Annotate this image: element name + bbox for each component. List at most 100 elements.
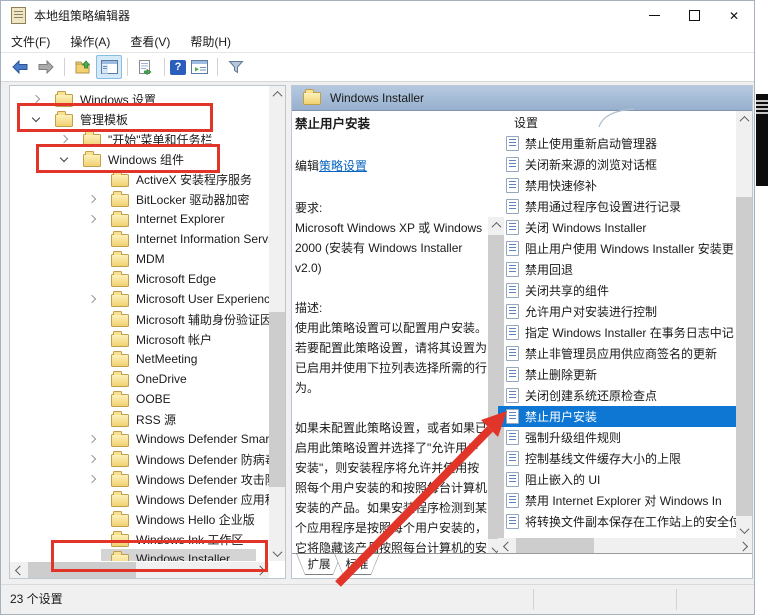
tree-item[interactable]: 管理模板 [11,109,269,129]
tree-item[interactable]: OOBE [11,389,269,409]
chevron-right-icon[interactable] [83,190,101,208]
tree-item[interactable]: Windows Defender 防病毒程 [11,449,269,469]
setting-item[interactable]: 关闭共享的组件 [498,280,736,301]
policy-icon [506,430,519,445]
setting-item[interactable]: 关闭新来源的浏览对话框 [498,154,736,175]
setting-item[interactable]: 强制升级组件规则 [498,427,736,448]
setting-item-label: 禁止非管理员应用供应商签名的更新 [525,345,717,362]
description-paragraph: 描述: [295,298,489,318]
tree-item[interactable]: Windows 设置 [11,89,269,109]
setting-item[interactable]: 指定 Windows Installer 在事务日志中记 [498,322,736,343]
tree-item[interactable]: Microsoft Edge [11,269,269,289]
scroll-down-icon[interactable] [736,522,752,538]
scroll-up-icon[interactable] [269,86,285,102]
export-list-icon[interactable] [133,55,159,79]
tree-item[interactable]: MDM [11,249,269,269]
tree-item[interactable]: BitLocker 驱动器加密 [11,189,269,209]
menu-view[interactable]: 查看(V) [120,30,180,53]
tree-item[interactable]: Windows 组件 [11,149,269,169]
tree-item[interactable]: Windows Defender SmartSc [11,429,269,449]
tree-vertical-scrollbar[interactable] [269,86,285,561]
maximize-button[interactable] [674,1,714,30]
tree-item[interactable]: Microsoft 辅助身份验证因素 [11,309,269,329]
menu-file[interactable]: 文件(F) [1,30,60,53]
up-folder-icon[interactable] [70,55,96,79]
list-vertical-scrollbar[interactable] [736,111,752,538]
scroll-left-icon[interactable] [10,562,26,578]
tree-item-content: Microsoft User Experience [101,289,269,309]
tree-item[interactable]: Microsoft 帐户 [11,329,269,349]
policy-description: 要求:Microsoft Windows XP 或 Windows 2000 (… [295,198,489,554]
setting-item[interactable]: 阻止嵌入的 UI [498,469,736,490]
menu-help[interactable]: 帮助(H) [180,30,241,53]
setting-item[interactable]: 禁止非管理员应用供应商签名的更新 [498,343,736,364]
toolbar-separator [217,58,218,76]
extended-view-icon[interactable] [186,55,212,79]
tree-item-label: Microsoft User Experience [136,292,269,306]
chevron-right-icon[interactable] [83,450,101,468]
tree-item[interactable]: Microsoft User Experience [11,289,269,309]
scroll-left-icon[interactable] [498,538,514,554]
scrollbar-thumb[interactable] [269,312,285,487]
setting-item[interactable]: 控制基线文件缓存大小的上限 [498,448,736,469]
tree-item[interactable]: OneDrive [11,369,269,389]
setting-item[interactable]: 关闭创建系统还原检查点 [498,385,736,406]
policy-detail-pane: 禁止用户安装 编辑策略设置 要求:Microsoft Windows XP 或 … [295,114,489,554]
tree-horizontal-scrollbar[interactable] [10,562,269,578]
forward-icon[interactable] [33,55,59,79]
tree-item[interactable]: NetMeeting [11,349,269,369]
setting-item[interactable]: 将转换文件副本保存在工作站上的安全位 [498,511,736,532]
scrollbar-thumb[interactable] [28,562,136,578]
setting-item[interactable]: 禁止删除更新 [498,364,736,385]
tree-item[interactable]: Windows Defender 攻击防护 [11,469,269,489]
tree-item[interactable]: "开始"菜单和任务栏 [11,129,269,149]
scroll-right-icon[interactable] [253,562,269,578]
setting-item[interactable]: 禁用快速修补 [498,175,736,196]
scrollbar-thumb[interactable] [736,197,752,516]
chevron-down-icon[interactable] [55,150,73,168]
settings-column-header[interactable]: 设置 [498,111,736,133]
filter-icon[interactable] [223,55,249,79]
tree-item[interactable]: ActiveX 安装程序服务 [11,169,269,189]
setting-item[interactable]: 允许用户对安装进行控制 [498,301,736,322]
tree-item[interactable]: Internet Information Service [11,229,269,249]
policy-icon [506,367,519,382]
tree-item-content: Internet Explorer [101,209,229,229]
menu-action[interactable]: 操作(A) [60,30,120,53]
chevron-right-icon[interactable] [83,470,101,488]
chevron-right-icon[interactable] [27,90,45,108]
chevron-right-icon[interactable] [83,430,101,448]
policy-icon [506,178,519,193]
back-icon[interactable] [7,55,33,79]
setting-item[interactable]: 禁止用户安装 [498,406,736,427]
scrollbar-thumb[interactable] [516,538,594,554]
setting-item[interactable]: 禁用 Internet Explorer 对 Windows In [498,490,736,511]
setting-item[interactable]: 禁用通过程序包设置进行记录 [498,196,736,217]
close-button[interactable]: ✕ [714,1,754,30]
tree-item[interactable]: Windows Ink 工作区 [11,529,269,549]
tree-item[interactable]: Windows Installer [11,549,269,561]
chevron-right-icon[interactable] [55,130,73,148]
tree-item[interactable]: Windows Hello 企业版 [11,509,269,529]
setting-item[interactable]: 禁止使用重新启动管理器 [498,133,736,154]
console-tree-toggle-icon[interactable] [96,55,122,79]
list-horizontal-scrollbar[interactable] [498,538,752,554]
setting-item[interactable]: 关闭 Windows Installer [498,217,736,238]
scroll-right-icon[interactable] [736,538,752,554]
tree-item[interactable]: Internet Explorer [11,209,269,229]
policy-settings-link[interactable]: 策略设置 [319,159,367,173]
folder-icon [111,534,129,547]
scroll-down-icon[interactable] [269,545,285,561]
folder-icon [111,254,129,267]
setting-item[interactable]: 阻止用户使用 Windows Installer 安装更 [498,238,736,259]
tab-standard[interactable]: 标准 [334,553,380,575]
chevron-down-icon[interactable] [27,110,45,128]
help-icon[interactable]: ? [170,60,186,75]
tree-item[interactable]: RSS 源 [11,409,269,429]
chevron-right-icon[interactable] [83,290,101,308]
minimize-button[interactable] [634,1,674,30]
chevron-right-icon[interactable] [83,210,101,228]
setting-item[interactable]: 禁用回退 [498,259,736,280]
tree-item[interactable]: Windows Defender 应用程序 [11,489,269,509]
scroll-up-icon[interactable] [736,111,752,127]
